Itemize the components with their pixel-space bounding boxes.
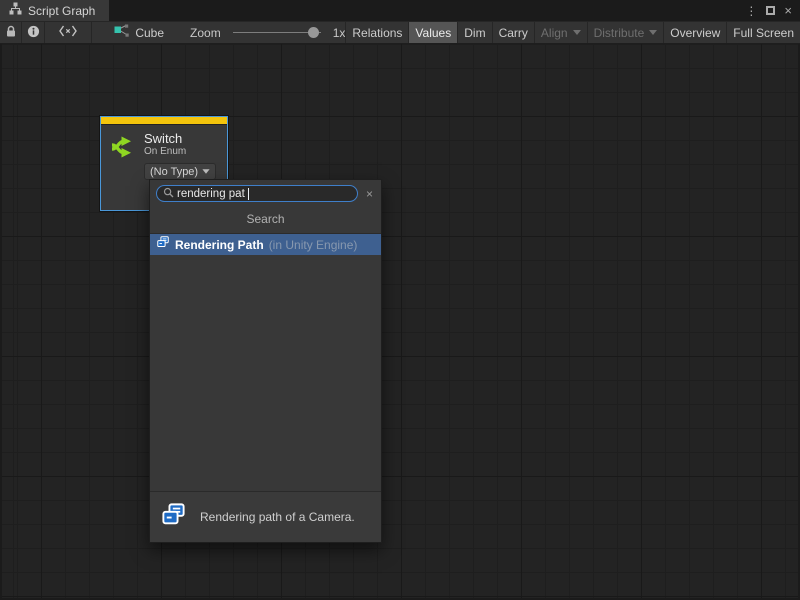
node-subtitle: On Enum xyxy=(144,146,221,158)
dim-button[interactable]: Dim xyxy=(457,22,491,43)
distribute-button[interactable]: Distribute xyxy=(587,22,664,43)
distribute-label: Distribute xyxy=(594,26,645,40)
result-name: Rendering Path xyxy=(175,238,264,252)
zoom-slider[interactable] xyxy=(233,27,321,38)
search-icon xyxy=(163,185,174,203)
carry-button[interactable]: Carry xyxy=(492,22,534,43)
graph-toolbar: Cube Zoom 1x Relations Values Dim Carry … xyxy=(0,21,800,44)
graph-canvas[interactable]: Switch On Enum (No Type) rendering pat ×… xyxy=(0,44,800,600)
graph-icon xyxy=(114,24,129,41)
overview-button[interactable]: Overview xyxy=(663,22,726,43)
finder-footer: Rendering path of a Camera. xyxy=(150,491,381,542)
values-button[interactable]: Values xyxy=(408,22,457,43)
tab-label: Script Graph xyxy=(28,4,95,18)
zoom-control: Zoom 1x xyxy=(190,22,345,43)
search-input-value: rendering pat xyxy=(177,188,245,200)
zoom-label: Zoom xyxy=(190,26,221,40)
fullscreen-button[interactable]: Full Screen xyxy=(726,22,800,43)
finder-close-button[interactable]: × xyxy=(362,188,377,200)
window-controls: ⋮ × xyxy=(745,0,800,21)
enum-type-icon xyxy=(156,235,170,254)
breadcrumb-label: Cube xyxy=(135,26,164,40)
lock-button[interactable] xyxy=(0,22,22,43)
chevron-down-icon xyxy=(649,30,657,35)
kebab-menu-icon[interactable]: ⋮ xyxy=(745,5,757,17)
close-icon[interactable]: × xyxy=(784,4,792,17)
breadcrumb[interactable]: Cube xyxy=(114,22,164,43)
finder-result-list: Rendering Path (in Unity Engine) xyxy=(150,234,381,491)
toolbar-right-group: Relations Values Dim Carry Align Distrib… xyxy=(345,22,800,43)
node-accent-bar xyxy=(101,117,227,125)
node-text: Switch On Enum (No Type) xyxy=(140,131,221,180)
finder-search-row: rendering pat × xyxy=(150,180,381,206)
info-button[interactable] xyxy=(22,22,44,43)
search-input[interactable]: rendering pat xyxy=(156,185,358,202)
code-preview-button[interactable] xyxy=(45,22,93,43)
chevron-down-icon xyxy=(202,169,209,174)
maximize-icon[interactable] xyxy=(766,6,775,15)
info-icon xyxy=(27,25,40,41)
result-row-rendering-path[interactable]: Rendering Path (in Unity Engine) xyxy=(150,234,381,255)
code-icon xyxy=(59,25,77,40)
zoom-value: 1x xyxy=(333,26,346,40)
switch-branch-icon xyxy=(106,131,140,180)
finder-tab-header: Search xyxy=(150,206,381,234)
type-dropdown-label: (No Type) xyxy=(150,166,198,178)
result-description: Rendering path of a Camera. xyxy=(200,510,355,524)
tab-strip: Script Graph ⋮ × xyxy=(0,0,800,21)
relations-button[interactable]: Relations xyxy=(345,22,408,43)
text-cursor xyxy=(248,188,249,200)
zoom-slider-handle[interactable] xyxy=(308,27,319,38)
fuzzy-finder-popup: rendering pat × Search Rendering Path xyxy=(149,179,382,543)
align-label: Align xyxy=(541,26,568,40)
align-button[interactable]: Align xyxy=(534,22,587,43)
chevron-down-icon xyxy=(573,30,581,35)
node-title: Switch xyxy=(144,131,221,146)
type-dropdown[interactable]: (No Type) xyxy=(144,163,216,180)
enum-type-icon-large xyxy=(160,501,187,533)
lock-icon xyxy=(5,25,17,41)
tab-script-graph[interactable]: Script Graph xyxy=(0,0,109,21)
node-header: Switch On Enum (No Type) xyxy=(101,125,227,180)
result-namespace: (in Unity Engine) xyxy=(269,238,358,252)
hierarchy-icon xyxy=(9,2,22,20)
